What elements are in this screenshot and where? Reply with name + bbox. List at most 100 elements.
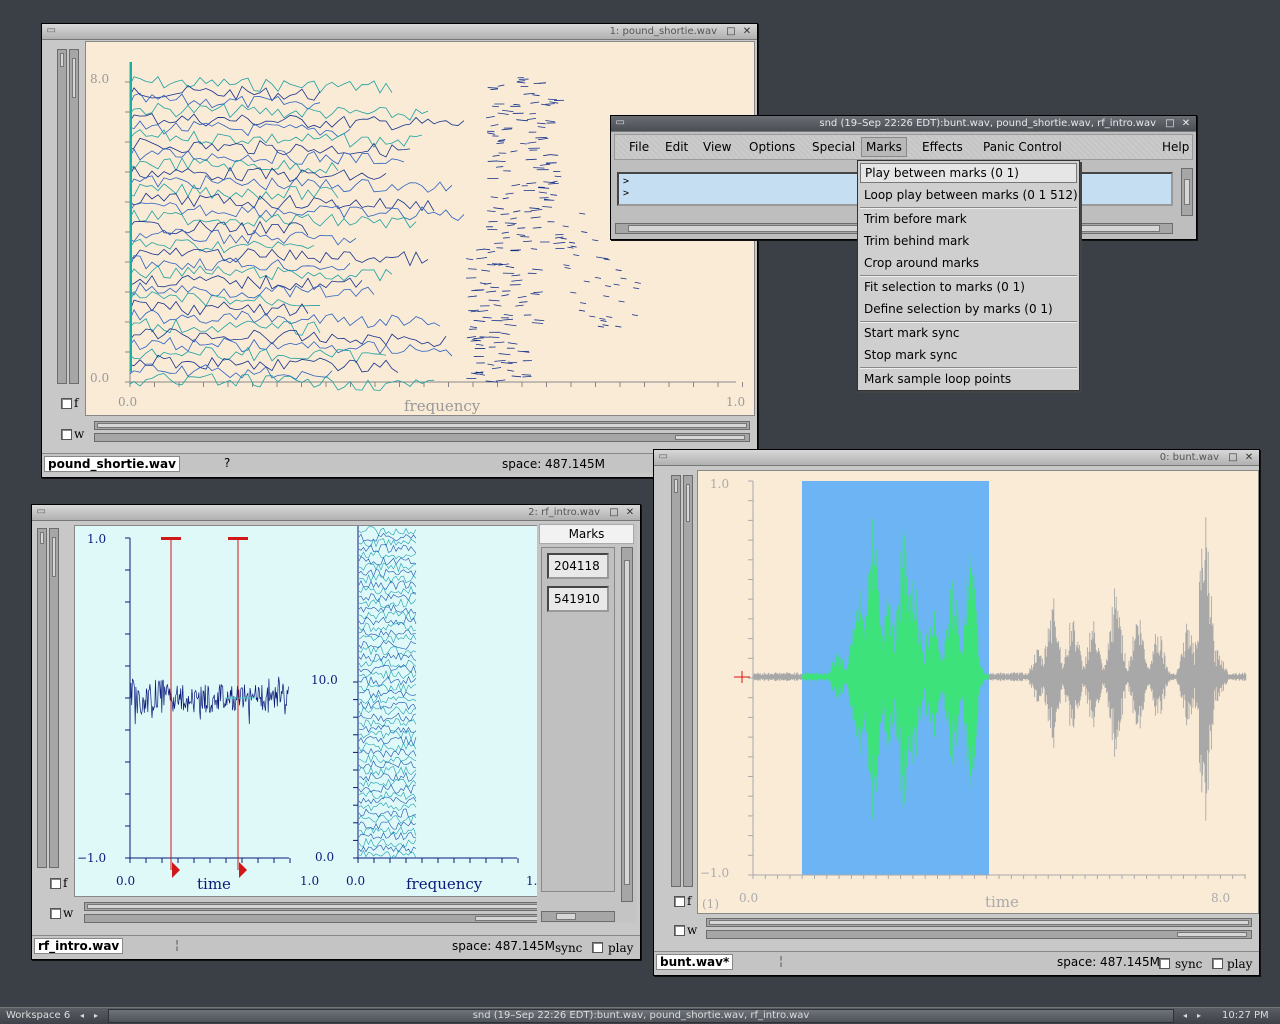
y-position-slider[interactable] bbox=[49, 528, 59, 868]
marks-vscroll[interactable] bbox=[621, 547, 633, 902]
y-position-slider[interactable] bbox=[683, 475, 693, 887]
menu-help[interactable]: Help bbox=[1158, 139, 1193, 155]
y-position-slider[interactable] bbox=[69, 49, 79, 384]
mark-entry-1[interactable]: 541910 bbox=[547, 586, 609, 612]
sync-checkbox[interactable] bbox=[1159, 958, 1170, 969]
spectrum-fragment bbox=[468, 309, 479, 312]
spectrum-fragment bbox=[495, 160, 506, 162]
prev-workspace-icon[interactable]: ◂ bbox=[80, 1008, 84, 1024]
spectrum-fragment bbox=[487, 132, 496, 135]
spectrum-trace bbox=[129, 183, 339, 201]
title-bar[interactable]: ▭ 2: rf_intro.wav □ ✕ bbox=[32, 505, 640, 521]
fft-trace bbox=[358, 718, 417, 728]
task-title: snd (19–Sep 22:26 EDT):bunt.wav, pound_s… bbox=[472, 1010, 810, 1021]
task-next-icon[interactable]: ▸ bbox=[1197, 1008, 1201, 1024]
menu-options[interactable]: Options bbox=[745, 139, 799, 155]
close-icon[interactable]: ✕ bbox=[1243, 452, 1255, 464]
menu-panic-control[interactable]: Panic Control bbox=[979, 139, 1066, 155]
fft-checkbox[interactable] bbox=[674, 896, 685, 907]
x-position-slider[interactable] bbox=[706, 918, 1252, 927]
spectrum-fragment bbox=[522, 375, 532, 378]
status-bar: rf_intro.wav ¦ space: 487.145M sync play bbox=[32, 935, 640, 959]
window-menu-icon[interactable]: ▭ bbox=[658, 452, 668, 464]
info-field[interactable]: ¦ bbox=[779, 954, 783, 968]
menu-item-define-selection-by-marks[interactable]: Define selection by marks (0 1) bbox=[860, 299, 1077, 319]
fft-trace bbox=[358, 694, 417, 704]
fft-checkbox[interactable] bbox=[61, 398, 72, 409]
menu-special[interactable]: Special bbox=[808, 139, 859, 155]
marks-hscroll[interactable] bbox=[541, 911, 615, 922]
fft-trace bbox=[358, 821, 417, 830]
menu-edit[interactable]: Edit bbox=[661, 139, 692, 155]
close-icon[interactable]: ✕ bbox=[624, 507, 636, 519]
menu-item-fit-selection-to-marks[interactable]: Fit selection to marks (0 1) bbox=[860, 277, 1077, 297]
maximize-icon[interactable]: □ bbox=[1164, 118, 1176, 130]
fft-checkbox[interactable] bbox=[50, 878, 61, 889]
menu-item-crop-around-marks[interactable]: Crop around marks bbox=[860, 253, 1077, 273]
window-menu-icon[interactable]: ▭ bbox=[36, 507, 46, 519]
y-zoom-slider[interactable] bbox=[671, 475, 681, 887]
close-icon[interactable]: ✕ bbox=[1180, 118, 1192, 130]
title-bar[interactable]: ▭ 1: pound_shortie.wav □ ✕ bbox=[42, 24, 757, 40]
status-bar: pound_shortie.wav ? space: 487.145M bbox=[42, 453, 757, 473]
maximize-icon[interactable]: □ bbox=[725, 26, 737, 38]
x-zoom-slider[interactable] bbox=[94, 433, 750, 442]
menu-item-start-mark-sync[interactable]: Start mark sync bbox=[860, 323, 1077, 343]
spectrum-fragment bbox=[530, 101, 540, 104]
mark-handle bbox=[228, 537, 248, 540]
spectrum-fragment bbox=[603, 258, 610, 261]
menu-item-trim-behind-mark[interactable]: Trim behind mark bbox=[860, 231, 1077, 251]
play-checkbox[interactable] bbox=[592, 942, 603, 953]
menu-marks[interactable]: Marks bbox=[861, 137, 907, 157]
menu-file[interactable]: File bbox=[625, 139, 653, 155]
x-zoom-slider[interactable] bbox=[84, 914, 554, 923]
info-field[interactable]: ¦ bbox=[175, 938, 179, 952]
y-zoom-slider[interactable] bbox=[37, 528, 47, 868]
x-zoom-slider[interactable] bbox=[706, 930, 1252, 939]
wave-fft-graph[interactable]: 1.0 −1.0 0.0 1.0 time 10.0 0.0 0.0 1.0 f… bbox=[74, 525, 564, 897]
menu-item-play-between-marks[interactable]: Play between marks (0 1) bbox=[860, 163, 1077, 183]
x-position-slider[interactable] bbox=[84, 902, 554, 911]
listener-vscroll[interactable] bbox=[1181, 168, 1193, 216]
fft-checkbox-label: f bbox=[74, 396, 79, 410]
task-button-snd[interactable]: snd (19–Sep 22:26 EDT):bunt.wav, pound_s… bbox=[108, 1009, 1174, 1023]
marks-title: Marks bbox=[539, 524, 634, 544]
title-bar[interactable]: ▭ snd (19–Sep 22:26 EDT):bunt.wav, pound… bbox=[611, 116, 1196, 132]
close-icon[interactable]: ✕ bbox=[741, 26, 753, 38]
title-bar[interactable]: ▭ 0: bunt.wav □ ✕ bbox=[654, 450, 1259, 466]
spectrum-fragment bbox=[475, 343, 484, 346]
maximize-icon[interactable]: □ bbox=[1227, 452, 1239, 464]
menu-item-stop-mark-sync[interactable]: Stop mark sync bbox=[860, 345, 1077, 365]
menu-effects[interactable]: Effects bbox=[918, 139, 967, 155]
maximize-icon[interactable]: □ bbox=[608, 507, 620, 519]
marks-menu: Play between marks (0 1) Loop play betwe… bbox=[857, 160, 1080, 391]
y-zoom-slider[interactable] bbox=[57, 49, 67, 384]
fft-trace bbox=[358, 831, 417, 841]
spectrum-fragment bbox=[631, 314, 638, 317]
menu-view[interactable]: View bbox=[699, 139, 735, 155]
wave-checkbox[interactable] bbox=[50, 908, 61, 919]
next-workspace-icon[interactable]: ▸ bbox=[94, 1008, 98, 1024]
spectrum-fragment bbox=[501, 231, 509, 234]
window-menu-icon[interactable]: ▭ bbox=[46, 26, 56, 38]
spectrum-fragment bbox=[495, 379, 506, 382]
mark-entry-0[interactable]: 204118 bbox=[547, 553, 609, 579]
spectrum-fragment bbox=[606, 316, 613, 318]
play-checkbox[interactable] bbox=[1212, 958, 1223, 969]
y-top-label: 1.0 bbox=[710, 477, 729, 491]
window-menu-icon[interactable]: ▭ bbox=[615, 118, 625, 130]
menu-item-mark-sample-loop-points[interactable]: Mark sample loop points bbox=[860, 369, 1077, 389]
waveform-graph[interactable]: 1.0 −1.0 0.0 8.0 time (1) bbox=[697, 470, 1259, 914]
x-position-slider[interactable] bbox=[94, 421, 750, 430]
spectrum-fragment bbox=[529, 207, 540, 210]
workspace-label[interactable]: Workspace 6 bbox=[6, 1008, 70, 1024]
info-field[interactable]: ? bbox=[224, 456, 230, 470]
menu-item-loop-play-between-marks[interactable]: Loop play between marks (0 1 512) bbox=[860, 185, 1078, 205]
wave-checkbox[interactable] bbox=[674, 925, 685, 936]
menu-item-trim-before-mark[interactable]: Trim before mark bbox=[860, 209, 1077, 229]
bunt-window: ▭ 0: bunt.wav □ ✕ f w 1.0 −1.0 0.0 8.0 t… bbox=[653, 449, 1260, 976]
wave-checkbox[interactable] bbox=[61, 429, 72, 440]
task-prev-icon[interactable]: ◂ bbox=[1183, 1008, 1187, 1024]
spectrum-fragment bbox=[516, 234, 526, 236]
spectrum-fragment bbox=[539, 163, 551, 166]
